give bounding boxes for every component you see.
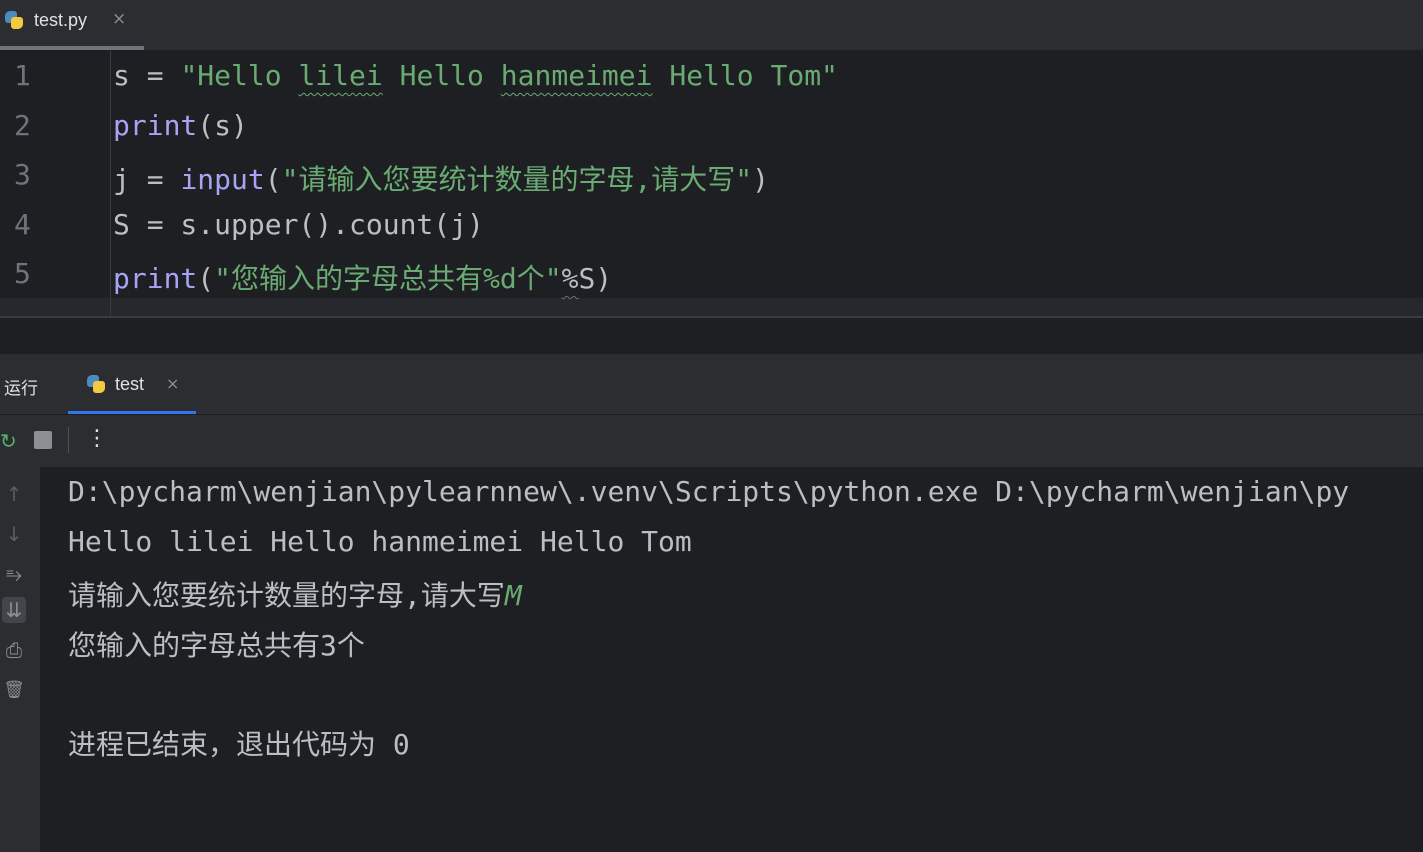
soft-wrap-icon[interactable]: ⥱	[2, 561, 26, 587]
run-panel-title: 运行	[4, 379, 38, 399]
code-token: (	[197, 262, 215, 295]
code-token: (s)	[197, 109, 248, 142]
code-token: S)	[578, 262, 613, 295]
run-panel-header: 运行 test ×	[0, 354, 1423, 415]
code-token: s =	[113, 59, 181, 92]
line-number: 3	[14, 158, 31, 191]
scroll-to-end-icon[interactable]: ⇊	[2, 597, 26, 623]
console-output[interactable]: D:\pycharm\wenjian\pylearnnew\.venv\Scri…	[40, 467, 1423, 852]
tab-label: test.py	[34, 10, 88, 30]
code-line-5[interactable]: print("您输入的字母总共有%d个"%S)	[113, 257, 612, 297]
tab-run-test[interactable]: test ×	[68, 354, 196, 414]
editor-tab-bar: test.py ×	[0, 0, 1423, 51]
toolbar-separator	[68, 427, 69, 453]
panel-gap	[0, 318, 1423, 354]
string-token: Hello Tom"	[652, 59, 838, 92]
code-line-3[interactable]: j = input("请输入您要统计数量的字母,请大写")	[113, 158, 769, 198]
warning-token: %	[561, 262, 579, 295]
console-line: 请输入您要统计数量的字母,请大写M	[68, 574, 522, 614]
console-prompt: 请输入您要统计数量的字母,请大写	[68, 579, 505, 612]
rerun-icon[interactable]: ↻	[0, 429, 17, 453]
code-token: (	[264, 163, 282, 196]
console-line: 您输入的字母总共有3个	[68, 629, 365, 662]
tab-test-py[interactable]: test.py ×	[0, 0, 144, 50]
console-line: Hello lilei Hello hanmeimei Hello Tom	[68, 525, 692, 558]
typo-token: hanmeimei	[500, 59, 653, 92]
run-tab-label: test	[115, 374, 145, 394]
string-token: "Hello	[180, 59, 299, 92]
code-token: )	[752, 163, 770, 196]
close-icon[interactable]: ×	[112, 9, 126, 29]
string-token: "您输入的字母总共有%d个"	[214, 262, 562, 295]
code-line-4[interactable]: S = s.upper().count(j)	[113, 208, 484, 241]
code-editor[interactable]: 1 2 3 4 5 s = "Hello lilei Hello hanmeim…	[0, 51, 1423, 316]
console-exit-line: 进程已结束，退出代码为 0	[68, 728, 410, 761]
active-tab-underline	[68, 411, 196, 414]
trash-icon[interactable]: 🗑	[2, 677, 26, 703]
python-run-icon	[86, 374, 106, 394]
line-number: 4	[14, 208, 31, 241]
function-token: print	[113, 109, 198, 142]
python-file-icon	[4, 10, 24, 30]
tab-underline	[0, 46, 144, 50]
close-icon[interactable]: ×	[166, 374, 179, 393]
function-token: input	[180, 163, 265, 196]
more-options-icon[interactable]: ⋮	[86, 426, 108, 451]
current-line-highlight	[0, 298, 1423, 316]
scroll-down-icon[interactable]: ↓	[2, 521, 26, 547]
code-token: j =	[113, 163, 181, 196]
run-toolbar: ↻ ⋮	[0, 415, 1423, 467]
code-line-2[interactable]: print(s)	[113, 109, 248, 142]
gutter-divider	[110, 51, 111, 316]
print-icon[interactable]: ⎙	[2, 637, 26, 663]
typo-token: lilei	[298, 59, 383, 92]
scroll-up-icon[interactable]: ↑	[2, 481, 26, 507]
string-token: Hello	[382, 59, 501, 92]
console-line: D:\pycharm\wenjian\pylearnnew\.venv\Scri…	[68, 475, 1350, 508]
string-token: "请输入您要统计数量的字母,请大写"	[281, 163, 753, 196]
code-token: S = s.upper().count(j)	[113, 208, 484, 241]
user-input: M	[504, 579, 522, 612]
line-number: 5	[14, 257, 31, 290]
line-number: 1	[14, 59, 31, 92]
code-line-1[interactable]: s = "Hello lilei Hello hanmeimei Hello T…	[113, 59, 838, 92]
line-number: 2	[14, 109, 31, 142]
function-token: print	[113, 262, 198, 295]
console-side-toolbar: ↑ ↓ ⥱ ⇊ ⎙ 🗑	[0, 467, 40, 852]
stop-icon[interactable]	[34, 431, 52, 449]
